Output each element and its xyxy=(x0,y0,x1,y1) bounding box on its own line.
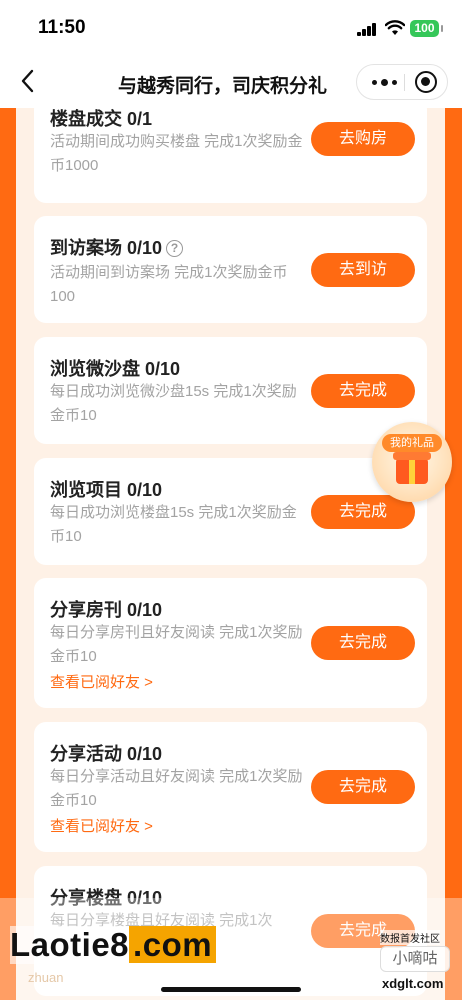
gift-icon xyxy=(393,452,431,484)
task-description: 每日成功浏览楼盘15s 完成1次奖励金币10 xyxy=(50,504,297,545)
task-title: 浏览微沙盘 0/10 xyxy=(50,359,181,379)
watermark-brand-suffix: .com xyxy=(129,926,217,963)
my-gifts-floating-button[interactable]: 我的礼品 xyxy=(372,422,452,502)
task-description: 每日分享房刊且好友阅读 完成1次奖励金币10 xyxy=(50,624,303,665)
task-content-area[interactable]: 楼盘成交 0/1 活动期间成功购买楼盘 完成1次奖励金币1000 去购房 到访案… xyxy=(0,108,462,1000)
more-dots-icon[interactable] xyxy=(367,65,401,99)
task-action-button[interactable]: 去完成 xyxy=(311,770,415,804)
task-description: 活动期间成功购买楼盘 完成1次奖励金币1000 xyxy=(50,133,303,174)
capsule-divider xyxy=(404,74,405,91)
task-list-panel: 楼盘成交 0/1 活动期间成功购买楼盘 完成1次奖励金币1000 去购房 到访案… xyxy=(16,108,445,1000)
task-action-button[interactable]: 去完成 xyxy=(311,626,415,660)
task-card-share-activity: 分享活动 0/10 每日分享活动且好友阅读 完成1次奖励金币10 查看已阅好友 … xyxy=(34,722,427,852)
task-description: 活动期间到访案场 完成1次奖励金币100 xyxy=(50,264,288,305)
status-time: 11:50 xyxy=(38,17,86,38)
cellular-signal-icon xyxy=(357,23,377,36)
task-title: 到访案场 0/10? xyxy=(50,234,184,260)
chevron-left-icon[interactable] xyxy=(18,68,38,94)
task-title: 分享活动 0/10 xyxy=(50,744,163,764)
task-card-browse-project: 浏览项目 0/10 每日成功浏览楼盘15s 完成1次奖励金币10 去完成 xyxy=(34,458,427,565)
task-title: 分享房刊 0/10 xyxy=(50,600,163,620)
mini-program-close-icon[interactable] xyxy=(415,71,437,93)
wifi-icon xyxy=(385,20,405,35)
task-description: 每日分享活动且好友阅读 完成1次奖励金币10 xyxy=(50,768,303,809)
watermark-brand: Laotie8 .com xyxy=(10,926,217,964)
watermark-sub: zhuan xyxy=(28,970,64,985)
page-title: 与越秀同行，司庆积分礼 xyxy=(118,76,328,97)
task-card-share-magazine: 分享房刊 0/10 每日分享房刊且好友阅读 完成1次奖励金币10 查看已阅好友 … xyxy=(34,578,427,708)
battery-indicator: 100 xyxy=(410,20,439,37)
status-bar: 11:50 100 xyxy=(0,0,462,56)
mini-program-capsule xyxy=(356,64,448,100)
task-card-property-deal: 楼盘成交 0/1 活动期间成功购买楼盘 完成1次奖励金币1000 去购房 xyxy=(34,108,427,203)
task-card-browse-sandtable: 浏览微沙盘 0/10 每日成功浏览微沙盘15s 完成1次奖励金币10 去完成 xyxy=(34,337,427,444)
task-title: 楼盘成交 0/1 xyxy=(50,109,153,129)
task-title-text: 到访案场 0/10 xyxy=(50,238,163,258)
task-card-site-visit: 到访案场 0/10? 活动期间到访案场 完成1次奖励金币100 去到访 xyxy=(34,216,427,323)
watermark-right-url: xdglt.com xyxy=(382,976,444,991)
watermark-brand-prefix: Laotie8 xyxy=(10,926,130,963)
view-read-friends-link[interactable]: 查看已阅好友 > xyxy=(50,671,153,692)
task-title: 浏览项目 0/10 xyxy=(50,480,163,500)
gift-badge-label: 我的礼品 xyxy=(382,434,442,452)
task-action-button[interactable]: 去到访 xyxy=(311,253,415,287)
task-action-button[interactable]: 去购房 xyxy=(311,122,415,156)
task-description: 每日成功浏览微沙盘15s 完成1次奖励金币10 xyxy=(50,383,297,424)
battery-tip xyxy=(441,25,443,32)
watermark-right-top: 数报首发社区 xyxy=(380,930,440,945)
task-action-button[interactable]: 去完成 xyxy=(311,374,415,408)
view-read-friends-link[interactable]: 查看已阅好友 > xyxy=(50,815,153,836)
home-indicator xyxy=(161,987,301,992)
watermark-right-logo: 小嘀咕 xyxy=(380,946,450,972)
question-icon[interactable]: ? xyxy=(166,240,184,257)
navigation-bar: 与越秀同行，司庆积分礼 xyxy=(0,56,462,108)
